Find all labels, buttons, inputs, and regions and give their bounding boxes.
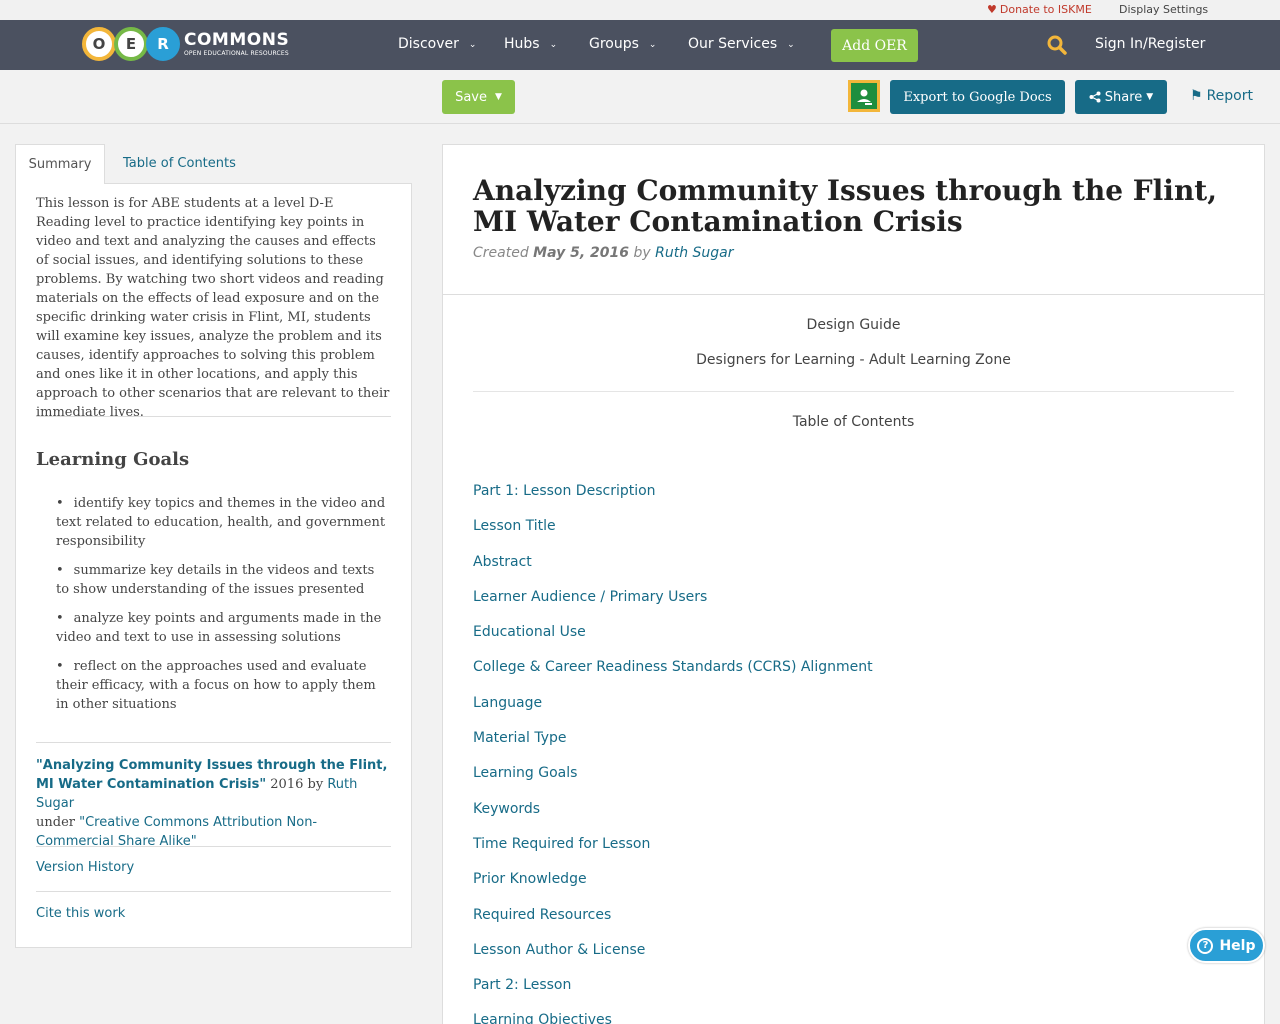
toc-link[interactable]: Part 2: Lesson <box>473 977 571 993</box>
sign-in-register-link[interactable]: Sign In/Register <box>1095 36 1205 52</box>
list-item: Learning Objectives <box>473 1012 873 1024</box>
nav-discover[interactable]: Discover ⌄ <box>398 36 476 52</box>
toc-link[interactable]: Time Required for Lesson <box>473 836 650 852</box>
version-history-link[interactable]: Version History <box>36 860 134 875</box>
toc-link[interactable]: Prior Knowledge <box>473 871 587 887</box>
display-settings-link[interactable]: Display Settings <box>1119 3 1208 16</box>
design-guide-label: Design Guide <box>806 317 901 333</box>
tab-summary[interactable]: Summary <box>15 144 105 184</box>
oer-commons-logo[interactable]: O E R COMMONS OPEN EDUCATIONAL RESOURCES <box>82 26 289 62</box>
donate-link[interactable]: ♥ Donate to ISKME <box>987 3 1092 16</box>
add-oer-button[interactable]: Add OER <box>831 29 918 62</box>
utility-bar: ♥ Donate to ISKME Display Settings <box>0 0 1280 20</box>
nav-our-services[interactable]: Our Services ⌄ <box>688 36 795 52</box>
toc-link[interactable]: Required Resources <box>473 907 611 923</box>
flag-icon: ⚑ <box>1190 88 1203 104</box>
learning-goals-heading: Learning Goals <box>36 449 190 470</box>
list-item: Material Type <box>473 730 873 765</box>
created-date: May 5, 2016 <box>533 245 630 261</box>
list-item: Time Required for Lesson <box>473 836 873 871</box>
search-icon[interactable] <box>1047 35 1067 55</box>
divider <box>36 846 391 847</box>
list-item: Prior Knowledge <box>473 871 873 906</box>
chevron-down-icon: ⌄ <box>648 40 657 50</box>
list-item: Lesson Author & License <box>473 942 873 977</box>
share-icon <box>1089 91 1101 103</box>
attribution: "Analyzing Community Issues through the … <box>36 758 388 849</box>
toc-link[interactable]: College & Career Readiness Standards (CC… <box>473 659 873 675</box>
list-item: Part 2: Lesson <box>473 977 873 1012</box>
toc-link[interactable]: Abstract <box>473 554 532 570</box>
tab-table-of-contents[interactable]: Table of Contents <box>123 156 236 171</box>
list-item: Required Resources <box>473 907 873 942</box>
logo-wordmark: COMMONS <box>184 29 290 50</box>
list-item: Educational Use <box>473 624 873 659</box>
logo-tagline: OPEN EDUCATIONAL RESOURCES <box>184 49 289 57</box>
divider <box>36 742 391 743</box>
share-button[interactable]: Share ▼ <box>1075 80 1167 114</box>
list-item: summarize key details in the videos and … <box>56 561 391 599</box>
divider <box>473 391 1234 392</box>
summary-text: This lesson is for ABE students at a lev… <box>36 196 390 420</box>
license-link[interactable]: "Creative Commons Attribution Non-Commer… <box>36 815 317 849</box>
toc-heading: Table of Contents <box>792 414 915 430</box>
list-item: identify key topics and themes in the vi… <box>56 494 391 551</box>
resource-panel: Analyzing Community Issues through the F… <box>442 144 1265 1024</box>
help-button[interactable]: ? Help <box>1188 928 1265 963</box>
resource-meta: Created May 5, 2016 by Ruth Sugar <box>473 245 734 261</box>
toc-link[interactable]: Material Type <box>473 730 566 746</box>
export-to-google-docs-button[interactable]: Export to Google Docs <box>890 80 1065 114</box>
divider <box>443 294 1264 295</box>
list-item: Keywords <box>473 801 873 836</box>
toc-link[interactable]: Educational Use <box>473 624 586 640</box>
chevron-down-icon: ⌄ <box>549 40 558 50</box>
list-item: Learner Audience / Primary Users <box>473 589 873 624</box>
chevron-down-icon: ⌄ <box>787 40 795 50</box>
nav-hubs[interactable]: Hubs ⌄ <box>504 36 557 52</box>
list-item: College & Career Readiness Standards (CC… <box>473 659 873 694</box>
toc-link[interactable]: Lesson Author & License <box>473 942 645 958</box>
toc-link[interactable]: Learner Audience / Primary Users <box>473 589 707 605</box>
list-item: reflect on the approaches used and evalu… <box>56 657 391 714</box>
caret-down-icon: ▼ <box>1146 92 1154 102</box>
nav-groups[interactable]: Groups ⌄ <box>589 36 656 52</box>
person-icon <box>857 89 872 105</box>
summary-panel: This lesson is for ABE students at a lev… <box>15 183 412 948</box>
author-link[interactable]: Ruth Sugar <box>655 245 733 261</box>
page-title: Analyzing Community Issues through the F… <box>473 174 1217 238</box>
list-item: Abstract <box>473 554 873 589</box>
toc-link[interactable]: Keywords <box>473 801 540 817</box>
logo-letter-e: E <box>114 27 148 61</box>
chevron-down-icon: ⌄ <box>468 40 477 50</box>
divider <box>36 416 391 417</box>
list-item: Part 1: Lesson Description <box>473 483 873 518</box>
toc-link[interactable]: Lesson Title <box>473 518 556 534</box>
caret-down-icon: ▼ <box>495 92 502 102</box>
learning-goals-list: identify key topics and themes in the vi… <box>56 494 391 724</box>
toc-link[interactable]: Language <box>473 695 542 711</box>
toc-link[interactable]: Part 1: Lesson Description <box>473 483 656 499</box>
report-link[interactable]: ⚑ Report <box>1190 88 1253 104</box>
logo-letter-r: R <box>146 27 180 61</box>
list-item: Learning Goals <box>473 765 873 800</box>
cite-this-work-link[interactable]: Cite this work <box>36 906 125 921</box>
google-classroom-icon[interactable] <box>848 80 880 112</box>
logo-letter-o: O <box>82 27 116 61</box>
list-item: Lesson Title <box>473 518 873 553</box>
main-nav: O E R COMMONS OPEN EDUCATIONAL RESOURCES… <box>0 20 1280 70</box>
toc-link[interactable]: Learning Goals <box>473 765 577 781</box>
divider <box>36 891 391 892</box>
toc-list: Part 1: Lesson Description Lesson Title … <box>473 483 873 1024</box>
learning-zone-label: Designers for Learning - Adult Learning … <box>696 352 1011 368</box>
heart-icon: ♥ <box>987 3 997 16</box>
question-icon: ? <box>1197 937 1214 954</box>
list-item: Language <box>473 695 873 730</box>
action-bar: Save ▼ Export to Google Docs Share ▼ ⚑ Repo… <box>0 70 1280 124</box>
save-button[interactable]: Save ▼ <box>442 80 515 114</box>
toc-link[interactable]: Learning Objectives <box>473 1012 612 1024</box>
list-item: analyze key points and arguments made in… <box>56 609 391 647</box>
